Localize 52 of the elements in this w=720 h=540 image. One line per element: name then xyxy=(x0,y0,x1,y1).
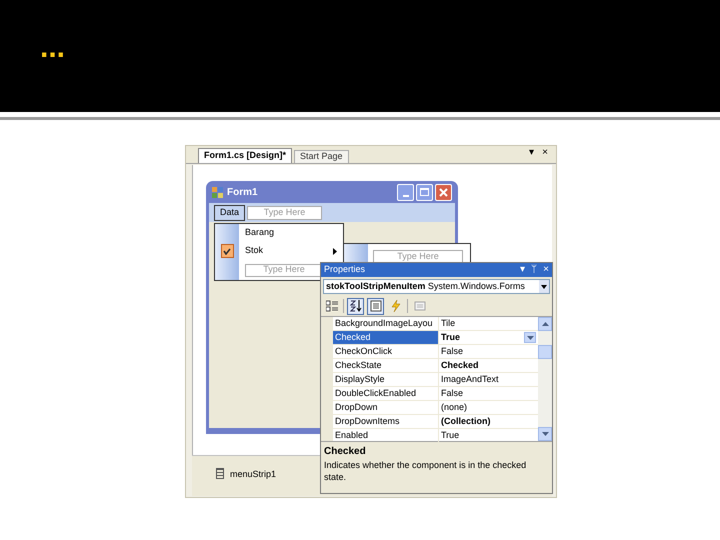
form-icon xyxy=(212,186,223,198)
close-button[interactable] xyxy=(435,184,452,200)
menu-item[interactable]: Data xyxy=(214,204,246,220)
document-tab[interactable]: Form1.cs [Design]* xyxy=(198,148,292,163)
form-title: Form1 xyxy=(227,186,258,200)
document-tab[interactable]: Start Page xyxy=(294,150,349,163)
maximize-button[interactable] xyxy=(416,184,433,200)
object-selector[interactable]: stokToolStripMenuItem System.Windows.Forms xyxy=(323,279,550,294)
close-icon xyxy=(439,188,448,196)
property-name[interactable]: CheckOnClick xyxy=(333,345,439,358)
dropdown-item[interactable]: Stok xyxy=(239,242,343,260)
sort-az-icon[interactable] xyxy=(347,298,364,314)
property-list-icon[interactable] xyxy=(367,298,384,314)
property-name[interactable]: DropDown xyxy=(333,401,439,414)
scroll-thumb[interactable] xyxy=(538,345,552,359)
property-name[interactable]: DropDownItems xyxy=(333,415,439,428)
close-document-button[interactable]: × xyxy=(542,148,548,158)
property-name[interactable]: DisplayStyle xyxy=(333,373,439,386)
property-value[interactable]: True xyxy=(441,428,460,442)
down-arrow-icon xyxy=(542,432,548,436)
property-name[interactable]: BackgroundImageLayou xyxy=(333,317,439,330)
dropdown-item[interactable]: Barang xyxy=(239,224,343,242)
description-title: Checked xyxy=(324,445,367,459)
property-value[interactable]: Checked xyxy=(441,358,479,372)
window-list-button[interactable]: ▾ xyxy=(529,148,534,158)
up-arrow-icon xyxy=(542,322,548,326)
dropdown-button[interactable]: ▾ xyxy=(520,265,526,275)
menu-strip-icon xyxy=(216,468,224,479)
close-button[interactable]: × xyxy=(543,265,549,275)
component-label[interactable]: menuStrip1 xyxy=(230,468,276,482)
value-dropdown-button[interactable] xyxy=(524,332,536,343)
scrollbar[interactable] xyxy=(538,317,552,441)
slide-title: ... xyxy=(40,33,66,66)
scroll-up-button[interactable] xyxy=(538,317,552,331)
description-text: Indicates whether the component is in the checked state. xyxy=(324,459,528,483)
property-name[interactable]: CheckState xyxy=(333,359,439,372)
property-name[interactable]: DoubleClickEnabled xyxy=(333,387,439,400)
property-value[interactable]: True xyxy=(441,330,460,344)
scroll-down-button[interactable] xyxy=(538,427,552,441)
property-name[interactable]: Checked xyxy=(333,331,439,344)
property-value[interactable]: ImageAndText xyxy=(441,372,499,386)
property-value[interactable]: False xyxy=(441,344,464,358)
minimize-button[interactable] xyxy=(397,184,414,200)
property-value[interactable]: Tile xyxy=(441,316,456,330)
properties-title: Properties xyxy=(324,263,366,276)
pin-button[interactable]: ᛘ xyxy=(531,265,538,275)
property-name[interactable]: Enabled xyxy=(333,429,439,442)
property-value[interactable]: False xyxy=(441,386,464,400)
property-value[interactable]: (none) xyxy=(441,400,468,414)
property-value[interactable]: (Collection) xyxy=(441,414,490,428)
down-arrow-icon xyxy=(526,336,534,340)
categorized-icon[interactable] xyxy=(323,298,340,314)
